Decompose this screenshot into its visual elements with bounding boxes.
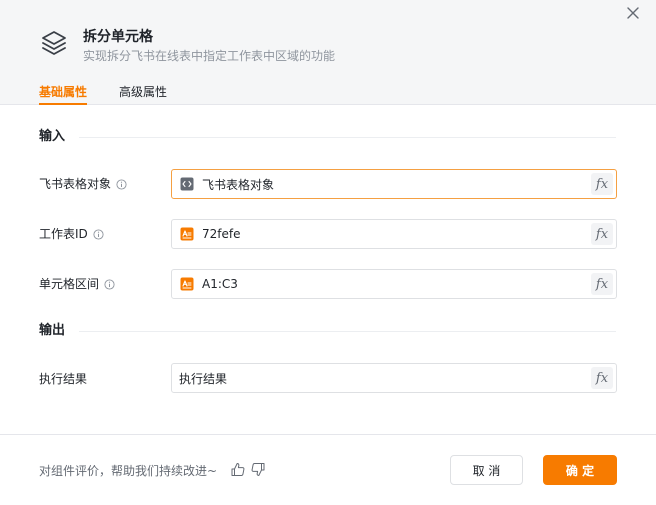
result-label: 执行结果 <box>39 371 87 387</box>
close-icon[interactable] <box>625 5 641 21</box>
input-section-divider <box>79 137 616 138</box>
fx-button[interactable]: fx <box>591 223 613 245</box>
info-icon[interactable] <box>116 178 127 190</box>
feishu-sheet-label-text: 飞书表格对象 <box>39 177 112 191</box>
dialog-subtitle: 实现拆分飞书在线表中指定工作表中区域的功能 <box>83 49 336 63</box>
tab-advanced-properties[interactable]: 高级属性 <box>119 84 167 100</box>
sheet-id-value: 72fefe <box>202 227 241 241</box>
thumbs-down-icon[interactable] <box>251 462 265 477</box>
fx-button[interactable]: fx <box>591 273 613 295</box>
info-icon[interactable] <box>93 228 104 240</box>
input-section-title: 输入 <box>39 129 66 144</box>
info-icon[interactable] <box>104 278 115 290</box>
feishu-sheet-field[interactable]: 飞书表格对象 fx <box>171 169 617 199</box>
cancel-button[interactable]: 取 消 <box>450 455 523 485</box>
layers-icon <box>42 31 66 55</box>
thumbs-up-icon[interactable] <box>231 462 245 477</box>
dialog-footer: 对组件评价，帮助我们持续改进~ 取 消 确 定 <box>0 434 656 505</box>
result-value: 执行结果 <box>179 371 228 386</box>
split-cells-dialog: 拆分单元格 实现拆分飞书在线表中指定工作表中区域的功能 基础属性 高级属性 输入… <box>0 0 656 505</box>
cell-range-label-text: 单元格区间 <box>39 277 100 291</box>
feedback-text: 对组件评价，帮助我们持续改进~ <box>39 464 218 478</box>
code-block-icon <box>180 177 194 191</box>
text-variable-icon <box>180 227 194 241</box>
dialog-title: 拆分单元格 <box>83 29 153 45</box>
sheet-id-label: 工作表ID <box>39 226 104 242</box>
confirm-button[interactable]: 确 定 <box>543 455 617 485</box>
dialog-header: 拆分单元格 实现拆分飞书在线表中指定工作表中区域的功能 基础属性 高级属性 <box>0 0 656 105</box>
tab-basic-properties[interactable]: 基础属性 <box>39 84 88 105</box>
result-label-text: 执行结果 <box>39 372 88 386</box>
cell-range-field[interactable]: A1:C3 fx <box>171 269 617 299</box>
output-section-divider <box>79 331 616 332</box>
sheet-id-label-text: 工作表ID <box>39 227 88 241</box>
feishu-sheet-label: 飞书表格对象 <box>39 176 127 192</box>
fx-icon: fx <box>595 176 609 192</box>
feishu-sheet-value: 飞书表格对象 <box>202 177 275 192</box>
fx-icon: fx <box>595 276 609 292</box>
fx-button[interactable]: fx <box>591 173 613 195</box>
result-field[interactable]: 执行结果 fx <box>171 363 617 393</box>
fx-icon: fx <box>595 370 609 386</box>
text-variable-icon <box>180 277 194 291</box>
sheet-id-field[interactable]: 72fefe fx <box>171 219 617 249</box>
output-section-title: 输出 <box>39 323 66 338</box>
cell-range-value: A1:C3 <box>202 277 238 291</box>
cell-range-label: 单元格区间 <box>39 276 115 292</box>
fx-button[interactable]: fx <box>591 367 613 389</box>
fx-icon: fx <box>595 226 609 242</box>
